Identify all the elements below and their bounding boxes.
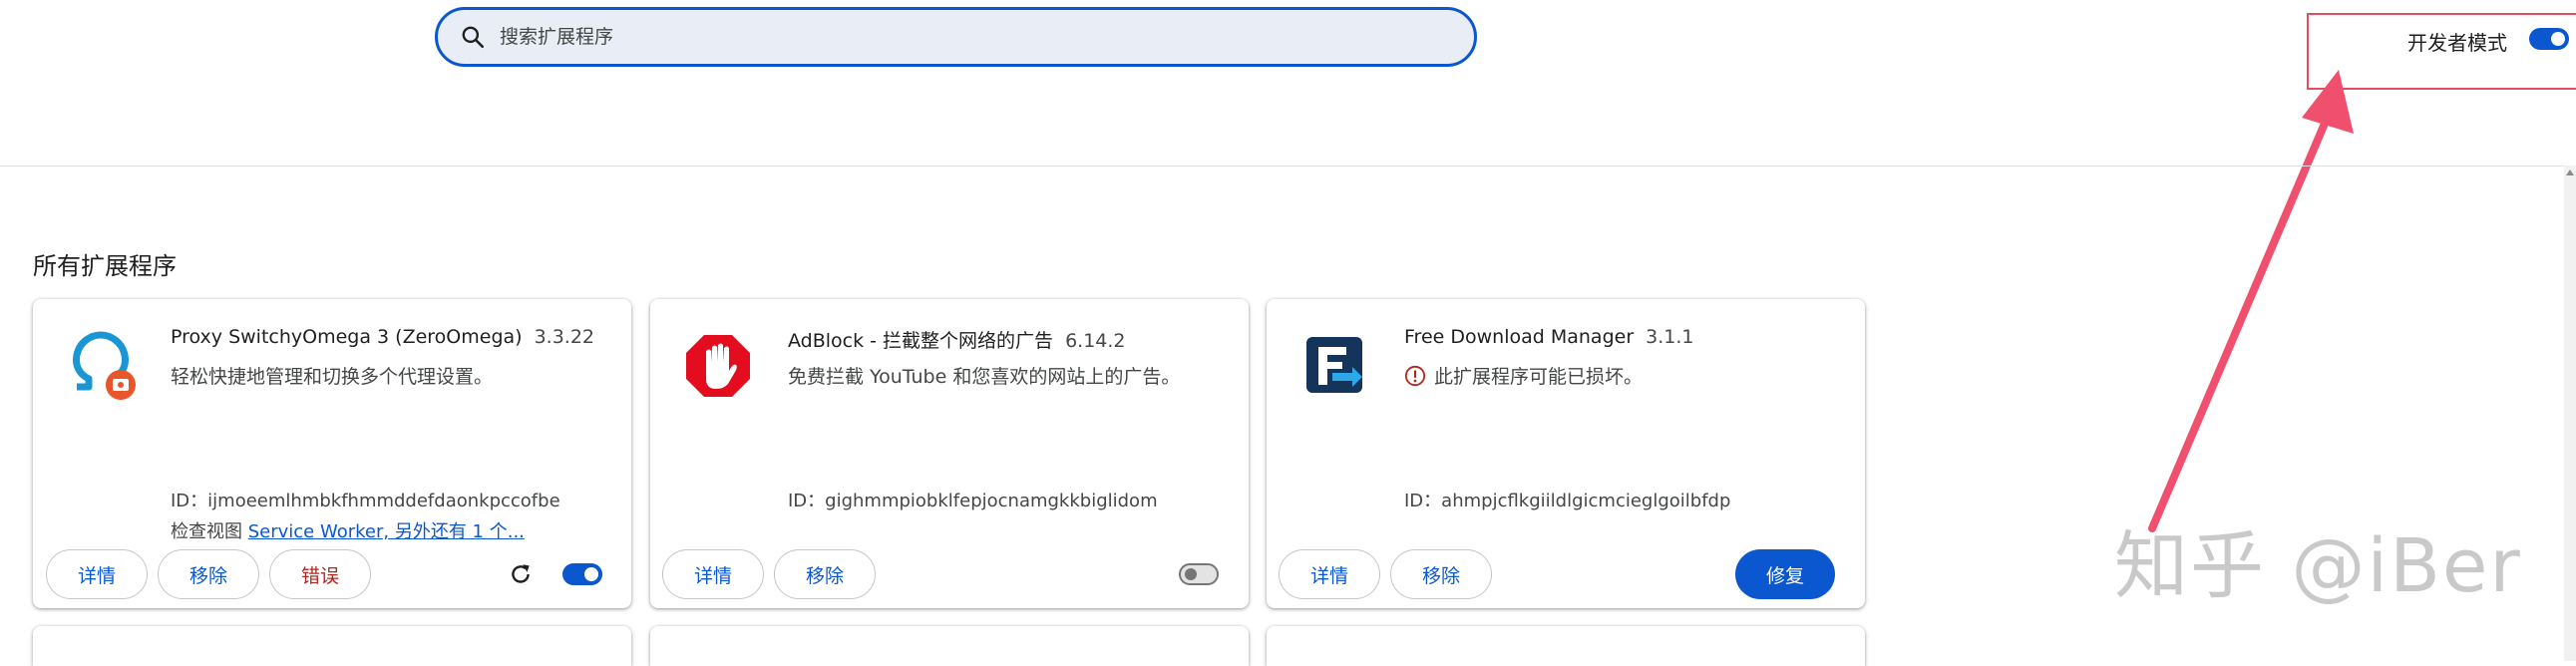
watermark: 知乎 @iBer xyxy=(2114,523,2522,609)
extension-name: Free Download Manager 3.1.1 xyxy=(1404,326,1694,348)
section-title: 所有扩展程序 xyxy=(33,252,177,280)
fdm-icon xyxy=(1306,337,1362,393)
remove-button[interactable]: 移除 xyxy=(774,549,876,599)
extension-version: 6.14.2 xyxy=(1065,330,1126,352)
search-bar[interactable] xyxy=(435,7,1477,67)
inspect-views: 检查视图 Service Worker, 另外还有 1 个... xyxy=(171,521,525,542)
details-button[interactable]: 详情 xyxy=(1279,549,1380,599)
extension-card-partial xyxy=(1267,626,1865,666)
extension-version: 3.3.22 xyxy=(534,326,595,348)
extension-card-partial xyxy=(33,626,631,666)
repair-button[interactable]: 修复 xyxy=(1735,549,1835,599)
search-icon xyxy=(462,26,485,49)
extension-warning: 此扩展程序可能已损坏。 xyxy=(1404,362,1643,389)
extension-id: ID：ijmoeemlhmbkfhmmddefdaonkpccofbe xyxy=(171,491,560,511)
extension-name: Proxy SwitchyOmega 3 (ZeroOmega) 3.3.22 xyxy=(171,326,595,348)
developer-mode-toggle[interactable] xyxy=(2529,28,2569,50)
extension-name: AdBlock - 拦截整个网络的广告 6.14.2 xyxy=(788,330,1126,352)
scrollbar[interactable] xyxy=(2564,166,2576,661)
extension-enable-toggle[interactable] xyxy=(1179,563,1219,585)
errors-button[interactable]: 错误 xyxy=(269,549,371,599)
adblock-hand-icon xyxy=(686,335,750,397)
extension-card-switchyomega: Proxy SwitchyOmega 3 (ZeroOmega) 3.3.22 轻… xyxy=(33,299,631,608)
extension-card-adblock: AdBlock - 拦截整个网络的广告 6.14.2 免费拦截 YouTube 和… xyxy=(650,299,1249,608)
extension-enable-toggle[interactable] xyxy=(562,563,602,585)
annotation-arrow xyxy=(2148,70,2354,532)
extension-card-partial xyxy=(650,626,1249,666)
warning-icon xyxy=(1404,365,1426,387)
search-input[interactable] xyxy=(498,25,1399,49)
remove-button[interactable]: 移除 xyxy=(158,549,259,599)
details-button[interactable]: 详情 xyxy=(46,549,148,599)
remove-button[interactable]: 移除 xyxy=(1390,549,1492,599)
extension-card-fdm: Free Download Manager 3.1.1 此扩展程序可能已损坏。 I… xyxy=(1267,299,1865,608)
extension-version: 3.1.1 xyxy=(1646,326,1694,348)
developer-mode-label: 开发者模式 xyxy=(2407,31,2507,55)
scroll-up-icon[interactable] xyxy=(2566,169,2574,175)
reload-icon[interactable] xyxy=(508,561,534,587)
extension-description: 轻松快捷地管理和切换多个代理设置。 xyxy=(171,366,494,388)
extension-id: ID：ahmpjcflkgiildlgicmcieglgoilbfdp xyxy=(1404,491,1731,511)
extension-description: 免费拦截 YouTube 和您喜欢的网站上的广告。 xyxy=(788,366,1181,388)
details-button[interactable]: 详情 xyxy=(662,549,764,599)
inspect-views-link[interactable]: Service Worker, 另外还有 1 个... xyxy=(248,521,525,542)
extension-id: ID：gighmmpiobklfepjocnamgkkbiglidom xyxy=(788,491,1158,511)
omega-icon xyxy=(73,331,136,400)
